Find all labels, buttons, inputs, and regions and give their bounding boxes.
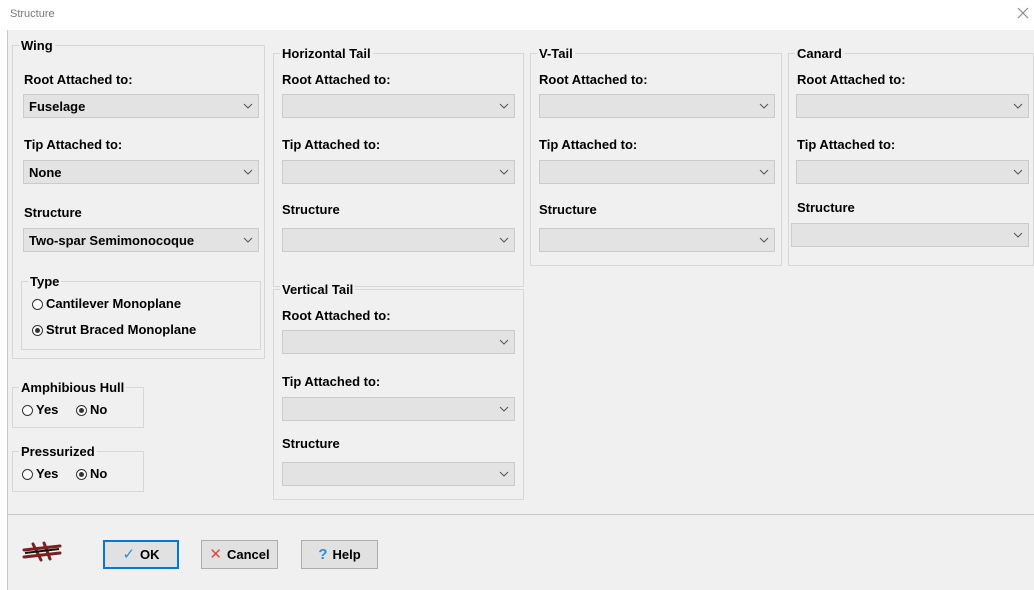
- v-tail-root-label: Root Attached to:: [539, 72, 648, 87]
- pressurized-no-label: No: [90, 466, 108, 481]
- wing-structure-dropdown[interactable]: Two-spar Semimonocoque: [23, 228, 259, 252]
- vertical-tail-tip-dropdown[interactable]: [282, 397, 515, 421]
- cantilever-monoplane-radio[interactable]: Cantilever Monoplane: [32, 296, 181, 312]
- v-tail-structure-label: Structure: [539, 202, 597, 217]
- airplane-structure-icon: [22, 541, 62, 562]
- amphibious-hull-no-label: No: [90, 402, 108, 417]
- ok-button[interactable]: ✓ OK: [103, 540, 179, 569]
- vertical-tail-root-dropdown[interactable]: [282, 330, 515, 354]
- vertical-tail-root-label: Root Attached to:: [282, 308, 391, 323]
- pressurized-legend: Pressurized: [19, 444, 97, 460]
- radio-circle-selected: [32, 324, 43, 336]
- wing-root-value: Fuselage: [29, 99, 86, 114]
- horizontal-tail-root-label: Root Attached to:: [282, 72, 391, 87]
- canard-legend: Canard: [795, 46, 844, 62]
- strut-braced-monoplane-label: Strut Braced Monoplane: [46, 322, 197, 337]
- vertical-tail-legend: Vertical Tail: [280, 282, 356, 298]
- chevron-down-icon: [1013, 232, 1023, 238]
- v-tail-tip-label: Tip Attached to:: [539, 137, 638, 152]
- cancel-button[interactable]: ✕ Cancel: [201, 540, 278, 569]
- v-tail-legend: V-Tail: [537, 46, 575, 62]
- canard-structure-label: Structure: [797, 200, 855, 215]
- v-tail-group: V-Tail Root Attached to: Tip Attached to…: [530, 46, 782, 266]
- canard-tip-label: Tip Attached to:: [797, 137, 896, 152]
- vertical-tail-tip-label: Tip Attached to:: [282, 374, 381, 389]
- horizontal-tail-structure-label: Structure: [282, 202, 340, 217]
- chevron-down-icon: [499, 471, 509, 477]
- wing-tip-dropdown[interactable]: None: [23, 160, 259, 184]
- chevron-down-icon: [499, 237, 509, 243]
- x-icon: ✕: [209, 546, 222, 563]
- pressurized-yes-label: Yes: [36, 466, 59, 481]
- chevron-down-icon: [499, 406, 509, 412]
- horizontal-tail-group: Horizontal Tail Root Attached to: Tip At…: [273, 46, 524, 287]
- wing-tip-value: None: [29, 165, 62, 180]
- chevron-down-icon: [243, 103, 253, 109]
- amphibious-hull-group: Amphibious Hull Yes No: [12, 380, 144, 428]
- canard-structure-dropdown[interactable]: [791, 223, 1029, 247]
- wing-structure-value: Two-spar Semimonocoque: [29, 233, 195, 248]
- amphibious-hull-no-radio[interactable]: No: [76, 402, 107, 418]
- wing-structure-label: Structure: [24, 205, 82, 220]
- chevron-down-icon: [759, 169, 769, 175]
- radio-circle-selected: [76, 404, 87, 416]
- canard-root-label: Root Attached to:: [797, 72, 906, 87]
- wing-legend: Wing: [19, 38, 55, 54]
- pressurized-yes-radio[interactable]: Yes: [22, 466, 58, 482]
- radio-circle-selected: [76, 468, 87, 480]
- radio-circle: [22, 468, 33, 480]
- chevron-down-icon: [499, 339, 509, 345]
- close-icon[interactable]: [1014, 4, 1032, 22]
- amphibious-hull-yes-radio[interactable]: Yes: [22, 402, 58, 418]
- chevron-down-icon: [759, 103, 769, 109]
- vertical-tail-structure-label: Structure: [282, 436, 340, 451]
- chevron-down-icon: [759, 237, 769, 243]
- wing-type-legend: Type: [28, 274, 62, 290]
- horizontal-tail-structure-dropdown[interactable]: [282, 228, 515, 252]
- chevron-down-icon: [499, 103, 509, 109]
- canard-root-dropdown[interactable]: [796, 94, 1029, 118]
- chevron-down-icon: [243, 169, 253, 175]
- window-title: Structure: [10, 8, 55, 20]
- wing-group: Wing Root Attached to: Fuselage Tip Atta…: [12, 38, 265, 359]
- footer-separator: [8, 514, 1034, 515]
- chevron-down-icon: [1013, 103, 1023, 109]
- question-icon: ?: [318, 546, 328, 563]
- canard-tip-dropdown[interactable]: [796, 160, 1029, 184]
- cancel-button-label: Cancel: [226, 547, 270, 562]
- radio-circle: [32, 298, 43, 310]
- wing-tip-label: Tip Attached to:: [24, 137, 123, 152]
- chevron-down-icon: [499, 169, 509, 175]
- amphibious-hull-yes-label: Yes: [36, 402, 59, 417]
- strut-braced-monoplane-radio[interactable]: Strut Braced Monoplane: [32, 322, 196, 338]
- help-button[interactable]: ? Help: [301, 540, 378, 569]
- dialog-body: Wing Root Attached to: Fuselage Tip Atta…: [7, 30, 1034, 590]
- radio-circle: [22, 404, 33, 416]
- horizontal-tail-tip-dropdown[interactable]: [282, 160, 515, 184]
- amphibious-hull-legend: Amphibious Hull: [19, 380, 127, 396]
- cantilever-monoplane-label: Cantilever Monoplane: [46, 296, 182, 311]
- pressurized-group: Pressurized Yes No: [12, 444, 144, 492]
- v-tail-structure-dropdown[interactable]: [539, 228, 775, 252]
- wing-root-label: Root Attached to:: [24, 72, 133, 87]
- ok-button-label: OK: [140, 547, 160, 562]
- v-tail-tip-dropdown[interactable]: [539, 160, 775, 184]
- v-tail-root-dropdown[interactable]: [539, 94, 775, 118]
- chevron-down-icon: [243, 237, 253, 243]
- canard-group: Canard Root Attached to: Tip Attached to…: [788, 46, 1034, 266]
- vertical-tail-group: Vertical Tail Root Attached to: Tip Atta…: [273, 282, 524, 500]
- wing-type-group: Type Cantilever Monoplane Strut Braced M…: [21, 274, 261, 350]
- horizontal-tail-root-dropdown[interactable]: [282, 94, 515, 118]
- horizontal-tail-tip-label: Tip Attached to:: [282, 137, 381, 152]
- vertical-tail-structure-dropdown[interactable]: [282, 462, 515, 486]
- chevron-down-icon: [1013, 169, 1023, 175]
- title-bar: Structure: [0, 0, 1034, 30]
- pressurized-no-radio[interactable]: No: [76, 466, 107, 482]
- horizontal-tail-legend: Horizontal Tail: [280, 46, 373, 62]
- wing-root-dropdown[interactable]: Fuselage: [23, 94, 259, 118]
- checkmark-icon: ✓: [122, 546, 136, 563]
- help-button-label: Help: [332, 547, 361, 562]
